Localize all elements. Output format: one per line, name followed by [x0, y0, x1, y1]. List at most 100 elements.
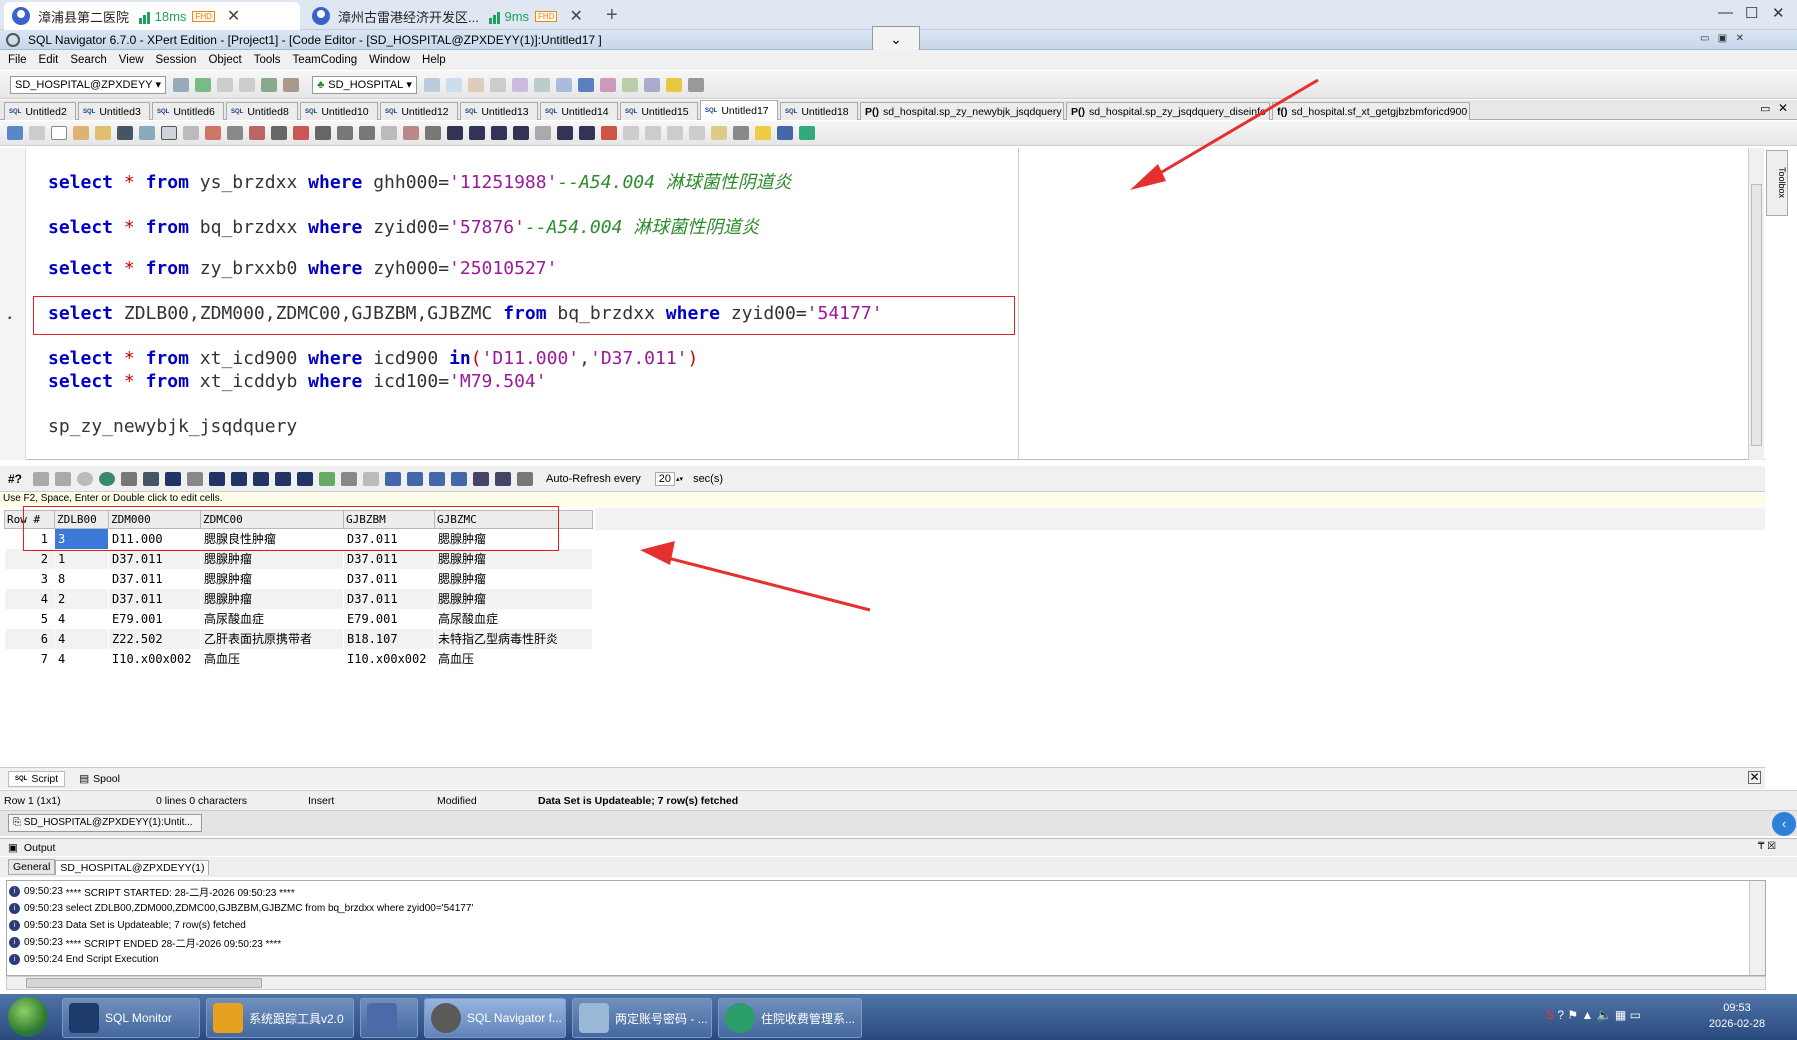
tab-script[interactable]: SQL Script [8, 770, 66, 787]
tool-icon[interactable] [337, 126, 353, 140]
tab-spool[interactable]: ▤ Spool [73, 772, 126, 786]
first-icon[interactable] [447, 126, 463, 140]
grid-cell[interactable]: D37.011 [343, 588, 435, 609]
window-button[interactable]: ⎘ SD_HOSPITAL@ZPXDEYY(1):Untit... [8, 814, 202, 832]
table-row[interactable]: 4 2 D37.011 腮腺肿瘤 D37.011 腮腺肿瘤 [4, 588, 593, 609]
close-window-icon[interactable]: ✕ [1772, 4, 1785, 22]
output-vertical-scrollbar[interactable] [1749, 881, 1765, 975]
interval-spinner[interactable]: ▴▾ [676, 475, 683, 483]
first-record-icon[interactable] [165, 471, 182, 486]
commit-icon[interactable] [319, 471, 336, 486]
task-trace-tool[interactable]: 系统跟踪工具v2.0 [206, 998, 354, 1038]
tool-icon[interactable] [429, 471, 446, 486]
tab-untitled18[interactable]: SQL Untitled18 [780, 102, 858, 120]
tool-icon[interactable] [555, 77, 572, 92]
session-icon[interactable] [195, 77, 212, 92]
tab-untitled12[interactable]: SQL Untitled12 [380, 102, 458, 120]
menu-tools[interactable]: Tools [254, 54, 281, 66]
pause-icon[interactable] [217, 77, 234, 92]
tab-untitled15[interactable]: SQL Untitled15 [620, 102, 698, 120]
filter-icon[interactable] [227, 126, 243, 140]
tool-icon[interactable] [445, 77, 462, 92]
grid-cell[interactable]: D37.011 [108, 588, 201, 609]
clock[interactable]: 09:53 2026-02-28 [1702, 1000, 1772, 1032]
tool-icon[interactable] [161, 126, 177, 140]
tab-untitled17[interactable]: SQL Untitled17 [700, 100, 778, 120]
output-log[interactable]: i 09:50:23 **** SCRIPT STARTED: 28-二月-202… [6, 880, 1766, 976]
form-view-icon[interactable] [495, 471, 512, 486]
tab-untitled2[interactable]: SQL Untitled2 [4, 102, 76, 120]
minimize-icon[interactable]: — [1718, 4, 1733, 21]
table-row[interactable]: 6 4 Z22.502 乙肝表面抗原携带者 B18.107 未特指乙型病毒性肝炎 [4, 628, 593, 649]
grid-cell[interactable]: 高尿酸血症 [434, 608, 593, 629]
next-icon[interactable] [513, 126, 529, 140]
tool-icon[interactable] [423, 77, 440, 92]
tab-untitled6[interactable]: SQL Untitled6 [152, 102, 224, 120]
tool-icon[interactable] [733, 126, 749, 140]
grid-cell[interactable]: 高血压 [434, 648, 593, 669]
tool-icon[interactable] [645, 126, 661, 140]
tab-untitled14[interactable]: SQL Untitled14 [540, 102, 618, 120]
grid-cell[interactable]: 2 [54, 588, 109, 609]
tool-icon[interactable] [139, 126, 155, 140]
tool-icon[interactable] [451, 471, 468, 486]
delete-record-icon[interactable] [297, 471, 314, 486]
task-billing-system[interactable]: 住院收费管理系... [718, 998, 862, 1038]
output-horizontal-scrollbar[interactable] [6, 976, 1766, 990]
scroll-thumb[interactable] [1751, 184, 1762, 446]
start-button-icon[interactable] [8, 997, 48, 1037]
insert-record-icon[interactable] [253, 471, 270, 486]
grid-cell[interactable]: B18.107 [343, 628, 435, 649]
next-record-icon[interactable] [209, 471, 226, 486]
last-icon[interactable] [579, 126, 595, 140]
menu-teamcoding[interactable]: TeamCoding [293, 54, 358, 66]
ime-icon[interactable]: S [1546, 1008, 1554, 1022]
tab-sp-zy-jsqdquery-diseinfo[interactable]: P() sd_hospital.sp_zy_jsqdquery_diseinfo [1066, 102, 1270, 120]
tool-icon[interactable] [293, 126, 309, 140]
save-icon[interactable] [117, 126, 133, 140]
toolbox-panel-tab[interactable]: Toolbox [1766, 150, 1788, 216]
tool-icon[interactable] [799, 126, 815, 140]
commit-icon[interactable] [261, 77, 278, 92]
connection-select[interactable]: SD_HOSPITAL@ZPXDEYY ▾ [10, 75, 167, 94]
grid-cell[interactable]: E79.001 [108, 608, 201, 629]
maximize-icon[interactable]: ☐ [1745, 4, 1758, 22]
scroll-thumb[interactable] [26, 978, 262, 988]
grid-cell[interactable]: D37.011 [108, 568, 201, 589]
menu-file[interactable]: File [8, 54, 27, 66]
tool-icon[interactable] [467, 77, 484, 92]
tool-icon[interactable] [577, 77, 594, 92]
open-icon[interactable] [95, 126, 111, 140]
tool-icon[interactable] [489, 77, 506, 92]
stop-icon[interactable] [535, 126, 551, 140]
task-sql-navigator[interactable]: SQL Navigator f... [424, 998, 566, 1038]
tool-icon[interactable] [599, 77, 616, 92]
open-folder-icon[interactable] [73, 126, 89, 140]
system-tray[interactable]: S ? ⚑ ▲ 🔈 ▦ ▭ [1546, 1008, 1641, 1022]
tool-icon[interactable] [183, 126, 199, 140]
output-pin-icon[interactable]: ₸ ☒ [1758, 841, 1776, 852]
menu-session[interactable]: Session [156, 54, 197, 66]
grid-cell[interactable]: 腮腺肿瘤 [434, 568, 593, 589]
menu-help[interactable]: Help [422, 54, 446, 66]
new-tab-icon[interactable]: + [606, 4, 618, 27]
grid-cell[interactable]: 1 [54, 548, 109, 569]
new-file-icon[interactable] [51, 126, 67, 140]
table-row[interactable]: 7 4 I10.x00x002 高血压 I10.x00x002 高血压 [4, 648, 593, 669]
grid-cell[interactable]: 腮腺肿瘤 [434, 548, 593, 569]
post-icon[interactable] [275, 471, 292, 486]
tool-icon[interactable] [711, 126, 727, 140]
grid-cell[interactable]: Z22.502 [108, 628, 201, 649]
help-icon[interactable] [665, 77, 682, 92]
close-tab-icon[interactable]: ✕ [227, 6, 240, 26]
refresh-icon[interactable] [173, 77, 190, 92]
editor-vertical-scrollbar[interactable] [1748, 148, 1764, 460]
tool-icon[interactable] [363, 471, 380, 486]
tool-icon[interactable] [385, 471, 402, 486]
cancel-icon[interactable] [77, 471, 94, 486]
tool-icon[interactable] [621, 77, 638, 92]
menu-view[interactable]: View [119, 54, 144, 66]
tool-icon[interactable] [341, 471, 358, 486]
save-icon[interactable] [143, 471, 160, 486]
tab-session-output[interactable]: SD_HOSPITAL@ZPXDEYY(1) [55, 859, 210, 875]
